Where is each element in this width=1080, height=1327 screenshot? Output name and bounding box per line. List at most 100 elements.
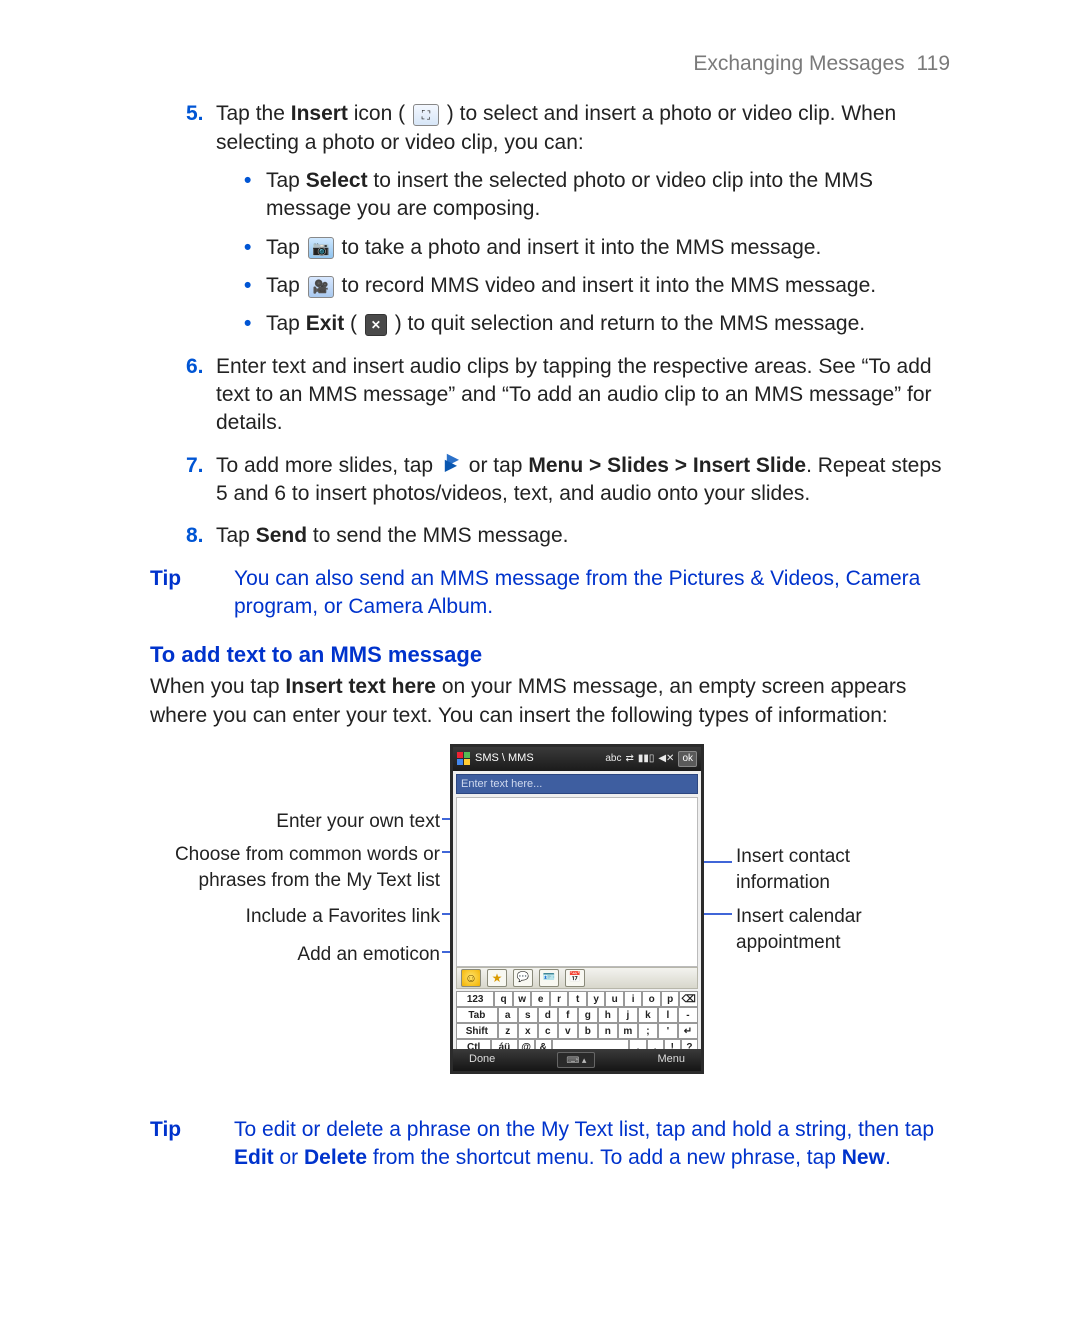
delete-label: Delete xyxy=(304,1146,367,1169)
key[interactable]: u xyxy=(605,991,624,1007)
section-body: When you tap Insert text here on your MM… xyxy=(150,673,950,730)
text-entry-body[interactable] xyxy=(456,797,698,967)
key[interactable]: l xyxy=(658,1007,678,1023)
key[interactable]: d xyxy=(538,1007,558,1023)
key[interactable]: Shift xyxy=(456,1023,498,1039)
bullet-exit: Tap Exit ( ) to quit selection and retur… xyxy=(244,310,950,338)
key[interactable]: b xyxy=(578,1023,598,1039)
key[interactable]: p xyxy=(661,991,680,1007)
step-number: 5. xyxy=(186,100,204,128)
soft-keyboard[interactable]: 123qwertyuiop⌫ Tabasdfghjkl- Shiftzxcvbn… xyxy=(456,991,698,1055)
emoticon-icon[interactable] xyxy=(461,969,481,987)
sub-bullets: Tap Select to insert the selected photo … xyxy=(216,167,950,339)
callout-calendar: Insert calendar appointment xyxy=(736,904,946,955)
close-icon xyxy=(365,314,387,336)
key[interactable]: e xyxy=(531,991,550,1007)
key[interactable]: x xyxy=(518,1023,538,1039)
chapter-title: Exchanging Messages xyxy=(693,52,904,75)
contact-icon[interactable] xyxy=(539,969,559,987)
video-icon xyxy=(308,276,334,298)
app-title: SMS \ MMS xyxy=(475,751,534,766)
section-heading: To add text to an MMS message xyxy=(150,640,950,670)
text: to send the MMS message. xyxy=(307,524,568,547)
camera-icon xyxy=(308,237,334,259)
key[interactable]: ; xyxy=(638,1023,658,1039)
key[interactable]: h xyxy=(598,1007,618,1023)
insert-text-here-label: Insert text here xyxy=(285,675,436,698)
tip-2: Tip To edit or delete a phrase on the My… xyxy=(150,1116,950,1173)
key[interactable]: j xyxy=(618,1007,638,1023)
key[interactable]: f xyxy=(558,1007,578,1023)
key[interactable]: a xyxy=(498,1007,518,1023)
text: to record MMS video and insert it into t… xyxy=(336,274,876,297)
key[interactable]: o xyxy=(642,991,661,1007)
text: Tap xyxy=(216,524,256,547)
text: Tap the xyxy=(216,102,291,125)
key[interactable]: v xyxy=(558,1023,578,1039)
key[interactable]: k xyxy=(638,1007,658,1023)
tip-1: Tip You can also send an MMS message fro… xyxy=(150,565,950,622)
step-6: 6. Enter text and insert audio clips by … xyxy=(186,353,950,438)
callout-emoticon: Add an emoticon xyxy=(150,942,440,968)
tip-label: Tip xyxy=(150,565,234,622)
text: from the shortcut menu. To add a new phr… xyxy=(367,1146,842,1169)
running-header: Exchanging Messages 119 xyxy=(150,50,950,78)
windows-start-icon[interactable] xyxy=(457,752,471,766)
key[interactable]: Tab xyxy=(456,1007,498,1023)
phone-titlebar: SMS \ MMS abc ⇄ ▮▮▯ ◀✕ ok xyxy=(453,747,701,771)
key[interactable]: q xyxy=(494,991,513,1007)
step-5: 5. Tap the Insert icon ( ) to select and… xyxy=(186,100,950,338)
step-list: 5. Tap the Insert icon ( ) to select and… xyxy=(150,100,950,550)
key[interactable]: s xyxy=(518,1007,538,1023)
key[interactable]: g xyxy=(578,1007,598,1023)
key[interactable]: ⌫ xyxy=(679,991,698,1007)
speaker-icon: ◀✕ xyxy=(658,752,674,766)
new-label: New xyxy=(842,1146,885,1169)
softkey-bar: Done ⌨ ▴ Menu xyxy=(453,1049,701,1071)
select-label: Select xyxy=(306,169,368,192)
manual-page: Exchanging Messages 119 5. Tap the Inser… xyxy=(0,0,1080,1327)
text: Tap xyxy=(266,236,306,259)
key[interactable]: m xyxy=(618,1023,638,1039)
key[interactable]: - xyxy=(678,1007,698,1023)
key[interactable]: y xyxy=(587,991,606,1007)
mms-text-figure: Enter your own text Choose from common w… xyxy=(150,744,950,1104)
text-entry-field[interactable]: Enter text here... xyxy=(456,774,698,794)
ok-button[interactable]: ok xyxy=(678,751,697,767)
step-8: 8. Tap Send to send the MMS message. xyxy=(186,522,950,550)
text: To add more slides, tap xyxy=(216,454,439,477)
sip-toggle-icon[interactable]: ⌨ ▴ xyxy=(557,1052,595,1068)
left-softkey[interactable]: Done xyxy=(469,1052,495,1067)
add-slide-icon xyxy=(441,455,461,477)
menu-path: Menu > Slides > Insert Slide xyxy=(528,454,806,477)
key[interactable]: n xyxy=(598,1023,618,1039)
insert-icon xyxy=(413,104,439,126)
callout-favorites: Include a Favorites link xyxy=(150,904,440,930)
tip-text: To edit or delete a phrase on the My Tex… xyxy=(234,1116,950,1173)
key[interactable]: t xyxy=(568,991,587,1007)
text: or tap xyxy=(463,454,528,477)
connectivity-icon: ⇄ xyxy=(625,752,633,766)
text: to take a photo and insert it into the M… xyxy=(336,236,822,259)
key[interactable]: c xyxy=(538,1023,558,1039)
edit-label: Edit xyxy=(234,1146,274,1169)
key[interactable]: ' xyxy=(658,1023,678,1039)
text: or xyxy=(274,1146,304,1169)
key[interactable]: w xyxy=(513,991,532,1007)
callout-contact: Insert contact information xyxy=(736,844,946,895)
send-label: Send xyxy=(256,524,307,547)
key[interactable]: i xyxy=(624,991,643,1007)
mytext-icon[interactable] xyxy=(513,969,533,987)
exit-label: Exit xyxy=(306,312,345,335)
calendar-icon[interactable] xyxy=(565,969,585,987)
text: Enter text and insert audio clips by tap… xyxy=(216,355,932,435)
right-softkey[interactable]: Menu xyxy=(657,1052,685,1067)
text: Tap xyxy=(266,312,306,335)
key[interactable]: ↵ xyxy=(678,1023,698,1039)
key[interactable]: r xyxy=(550,991,569,1007)
text: Tap xyxy=(266,274,306,297)
favorites-icon[interactable] xyxy=(487,969,507,987)
key[interactable]: 123 xyxy=(456,991,494,1007)
callout-my-text: Choose from common words or phrases from… xyxy=(150,842,440,893)
key[interactable]: z xyxy=(498,1023,518,1039)
